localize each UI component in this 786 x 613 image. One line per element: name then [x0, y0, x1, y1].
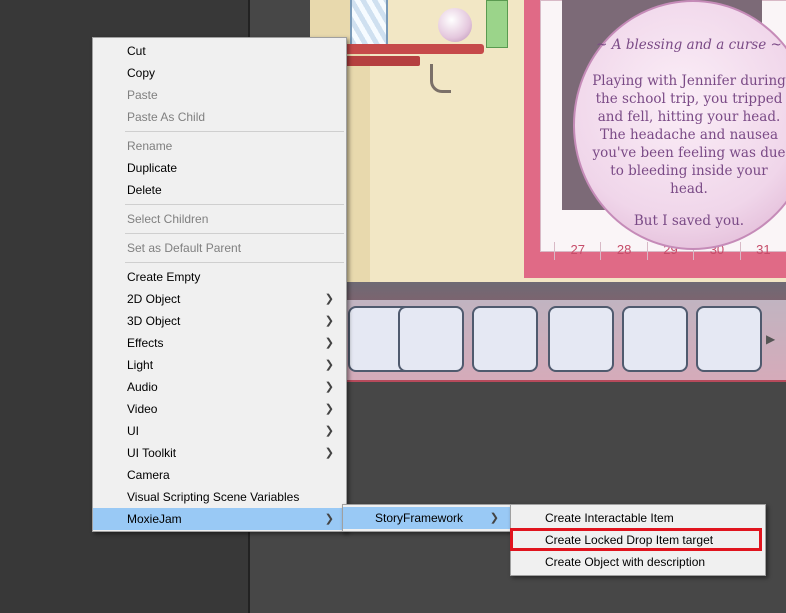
menu-item-visual-scripting-scene-variables[interactable]: Visual Scripting Scene Variables [93, 486, 346, 508]
menu-item-label: MoxieJam [127, 512, 182, 526]
shelf [324, 44, 484, 54]
blessing-text: ~ A blessing and a curse ~ Playing with … [592, 36, 786, 244]
menu-item-label: Audio [127, 380, 158, 394]
menu-item-label: Visual Scripting Scene Variables [127, 490, 300, 504]
menu-item-moxiejam[interactable]: MoxieJam ❯ [93, 508, 346, 530]
chevron-right-icon: ❯ [489, 512, 499, 524]
menu-item-3d-object[interactable]: 3D Object ❯ [93, 310, 346, 332]
calendar-day: 31 [739, 242, 786, 260]
context-menu: Cut Copy Paste Paste As Child Rename Dup… [92, 37, 347, 532]
chevron-right-icon: ❯ [324, 315, 334, 327]
menu-item-camera[interactable]: Camera [93, 464, 346, 486]
menu-item-label: Video [127, 402, 158, 416]
menu-item-ui[interactable]: UI ❯ [93, 420, 346, 442]
chevron-right-icon: ❯ [324, 403, 334, 415]
menu-item-ui-toolkit[interactable]: UI Toolkit ❯ [93, 442, 346, 464]
menu-item-storyframework[interactable]: StoryFramework ❯ [343, 507, 511, 529]
green-bottle [486, 0, 508, 48]
menu-separator [125, 131, 344, 132]
storyframework-submenu: Create Interactable Item Create Locked D… [510, 504, 766, 576]
menu-item-duplicate[interactable]: Duplicate [93, 157, 346, 179]
menu-item-label: Cut [127, 44, 146, 58]
menu-item-create-locked-drop-item-target[interactable]: Create Locked Drop Item target [511, 529, 765, 551]
inventory-slot[interactable] [472, 306, 538, 372]
chevron-right-icon: ❯ [324, 359, 334, 371]
chevron-right-icon: ❯ [324, 293, 334, 305]
menu-item-label: UI [127, 424, 139, 438]
chevron-right-icon: ❯ [324, 337, 334, 349]
menu-item-label: Copy [127, 66, 156, 80]
menu-item-video[interactable]: Video ❯ [93, 398, 346, 420]
blessing-closing: But I saved you. [633, 213, 745, 229]
menu-item-label: Paste [127, 88, 158, 102]
inventory-slot[interactable] [548, 306, 614, 372]
menu-item-label: Create Object with description [545, 555, 706, 569]
menu-item-label: 2D Object [127, 292, 181, 306]
menu-item-label: Paste As Child [127, 110, 206, 124]
menu-item-label: Delete [127, 183, 162, 197]
menu-item-label: UI Toolkit [127, 446, 177, 460]
striped-jar [350, 0, 388, 48]
crystal-orb [438, 8, 472, 42]
chevron-right-icon: ❯ [324, 425, 334, 437]
menu-item-select-children[interactable]: Select Children [93, 208, 346, 230]
menu-item-set-default-parent[interactable]: Set as Default Parent [93, 237, 346, 259]
menu-item-paste[interactable]: Paste [93, 84, 346, 106]
chevron-right-icon: ❯ [324, 381, 334, 393]
inventory-next-icon[interactable]: ▶ [766, 332, 775, 346]
blessing-title: ~ A blessing and a curse ~ [596, 37, 782, 53]
menu-item-label: Rename [127, 139, 173, 153]
menu-item-create-empty[interactable]: Create Empty [93, 266, 346, 288]
menu-item-effects[interactable]: Effects ❯ [93, 332, 346, 354]
menu-item-label: Duplicate [127, 161, 178, 175]
menu-item-label: Create Locked Drop Item target [545, 533, 714, 547]
menu-item-create-interactable-item[interactable]: Create Interactable Item [511, 507, 765, 529]
menu-item-rename[interactable]: Rename [93, 135, 346, 157]
menu-separator [125, 204, 344, 205]
menu-item-label: 3D Object [127, 314, 181, 328]
menu-item-paste-as-child[interactable]: Paste As Child [93, 106, 346, 128]
menu-item-label: Select Children [127, 212, 209, 226]
menu-item-label: Create Interactable Item [545, 511, 674, 525]
menu-separator [125, 262, 344, 263]
menu-item-label: Set as Default Parent [127, 241, 242, 255]
inventory-slot[interactable] [622, 306, 688, 372]
menu-item-label: Create Empty [127, 270, 201, 284]
moxiejam-submenu: StoryFramework ❯ [342, 504, 512, 532]
menu-item-label: StoryFramework [375, 511, 464, 525]
menu-item-cut[interactable]: Cut [93, 40, 346, 62]
menu-item-label: Effects [127, 336, 164, 350]
chevron-right-icon: ❯ [324, 447, 334, 459]
menu-item-label: Light [127, 358, 154, 372]
calendar-day: 27 [554, 242, 600, 260]
calendar-day: 28 [600, 242, 646, 260]
menu-item-2d-object[interactable]: 2D Object ❯ [93, 288, 346, 310]
inventory-slot[interactable] [398, 306, 464, 372]
menu-item-create-object-with-description[interactable]: Create Object with description [511, 551, 765, 573]
menu-item-copy[interactable]: Copy [93, 62, 346, 84]
inventory-slot[interactable] [696, 306, 762, 372]
menu-item-label: Camera [127, 468, 170, 482]
blessing-body: Playing with Jennifer during the school … [592, 73, 786, 197]
chevron-right-icon: ❯ [324, 513, 334, 525]
menu-item-audio[interactable]: Audio ❯ [93, 376, 346, 398]
menu-separator [125, 233, 344, 234]
menu-item-light[interactable]: Light ❯ [93, 354, 346, 376]
shelf-bracket [430, 64, 451, 93]
menu-item-delete[interactable]: Delete [93, 179, 346, 201]
